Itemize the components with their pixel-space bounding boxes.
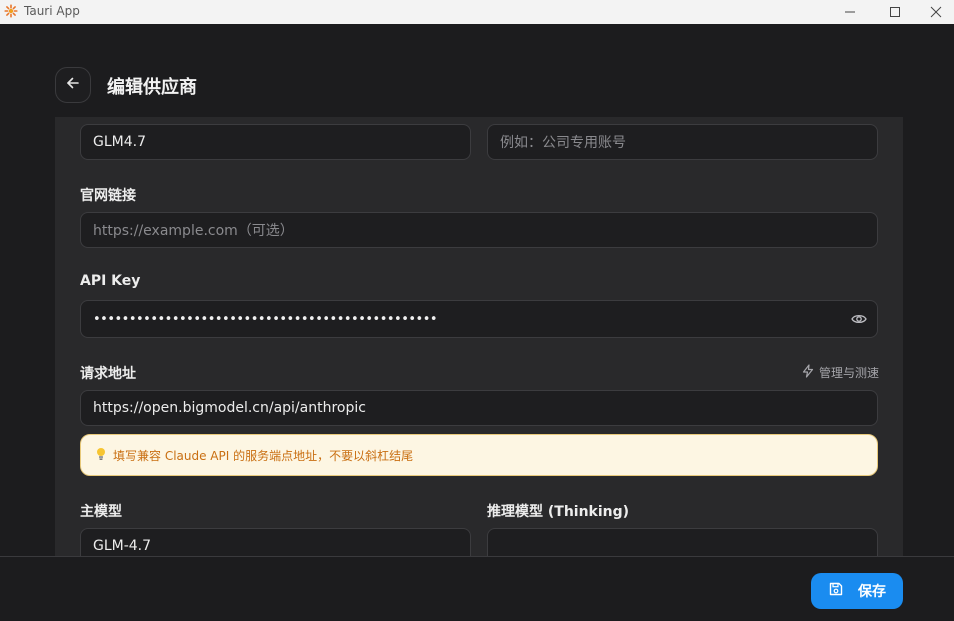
provider-name-field[interactable]: GLM4.7 (80, 124, 471, 160)
close-button[interactable] (917, 0, 954, 24)
api-key-field[interactable]: ••••••••••••••••••••••••••••••••••••••••… (80, 300, 878, 338)
endpoint-value: https://open.bigmodel.cn/api/anthropic (93, 400, 366, 416)
thinking-model-field[interactable] (487, 528, 878, 557)
endpoint-field[interactable]: https://open.bigmodel.cn/api/anthropic (80, 390, 878, 426)
main-model-field[interactable]: GLM-4.7 (80, 528, 471, 557)
api-key-masked-value: ••••••••••••••••••••••••••••••••••••••••… (93, 311, 438, 327)
endpoint-label: 请求地址 (80, 366, 136, 382)
window-title: Tauri App (24, 4, 80, 18)
save-icon (828, 581, 844, 601)
endpoint-hint: 填写兼容 Claude API 的服务端点地址，不要以斜杠结尾 (80, 434, 878, 476)
page-title: 编辑供应商 (107, 77, 197, 98)
minimize-icon (844, 6, 856, 18)
maximize-button[interactable] (872, 0, 918, 24)
manage-speedtest-button[interactable]: 管理与测速 (801, 364, 879, 381)
provider-name-value: GLM4.7 (93, 134, 146, 150)
window-titlebar: Tauri App (0, 0, 954, 24)
main-model-label: 主模型 (80, 504, 122, 520)
website-placeholder: https://example.com（可选） (93, 223, 294, 239)
minimize-button[interactable] (827, 0, 873, 24)
api-key-label: API Key (80, 273, 141, 289)
maximize-icon (889, 6, 901, 18)
lightbulb-icon (95, 447, 107, 464)
back-button[interactable] (55, 67, 91, 103)
hint-text: 填写兼容 Claude API 的服务端点地址，不要以斜杠结尾 (113, 448, 414, 463)
provider-note-placeholder: 例如：公司专用账号 (500, 135, 626, 151)
arrow-left-icon (66, 76, 80, 95)
close-icon (930, 6, 942, 18)
save-label: 保存 (858, 584, 886, 600)
main-model-value: GLM-4.7 (93, 538, 152, 554)
manage-speedtest-label: 管理与测速 (818, 366, 879, 380)
tauri-logo-icon (4, 4, 18, 18)
provider-form-panel: GLM4.7 例如：公司专用账号 官网链接 https://example.co… (55, 117, 903, 557)
eye-icon[interactable] (851, 311, 867, 331)
website-label: 官网链接 (80, 188, 136, 204)
lightning-icon (801, 364, 815, 381)
thinking-model-label: 推理模型 (Thinking) (487, 504, 630, 520)
save-button[interactable]: 保存 (811, 573, 903, 609)
provider-note-field[interactable]: 例如：公司专用账号 (487, 124, 878, 160)
website-field[interactable]: https://example.com（可选） (80, 212, 878, 248)
